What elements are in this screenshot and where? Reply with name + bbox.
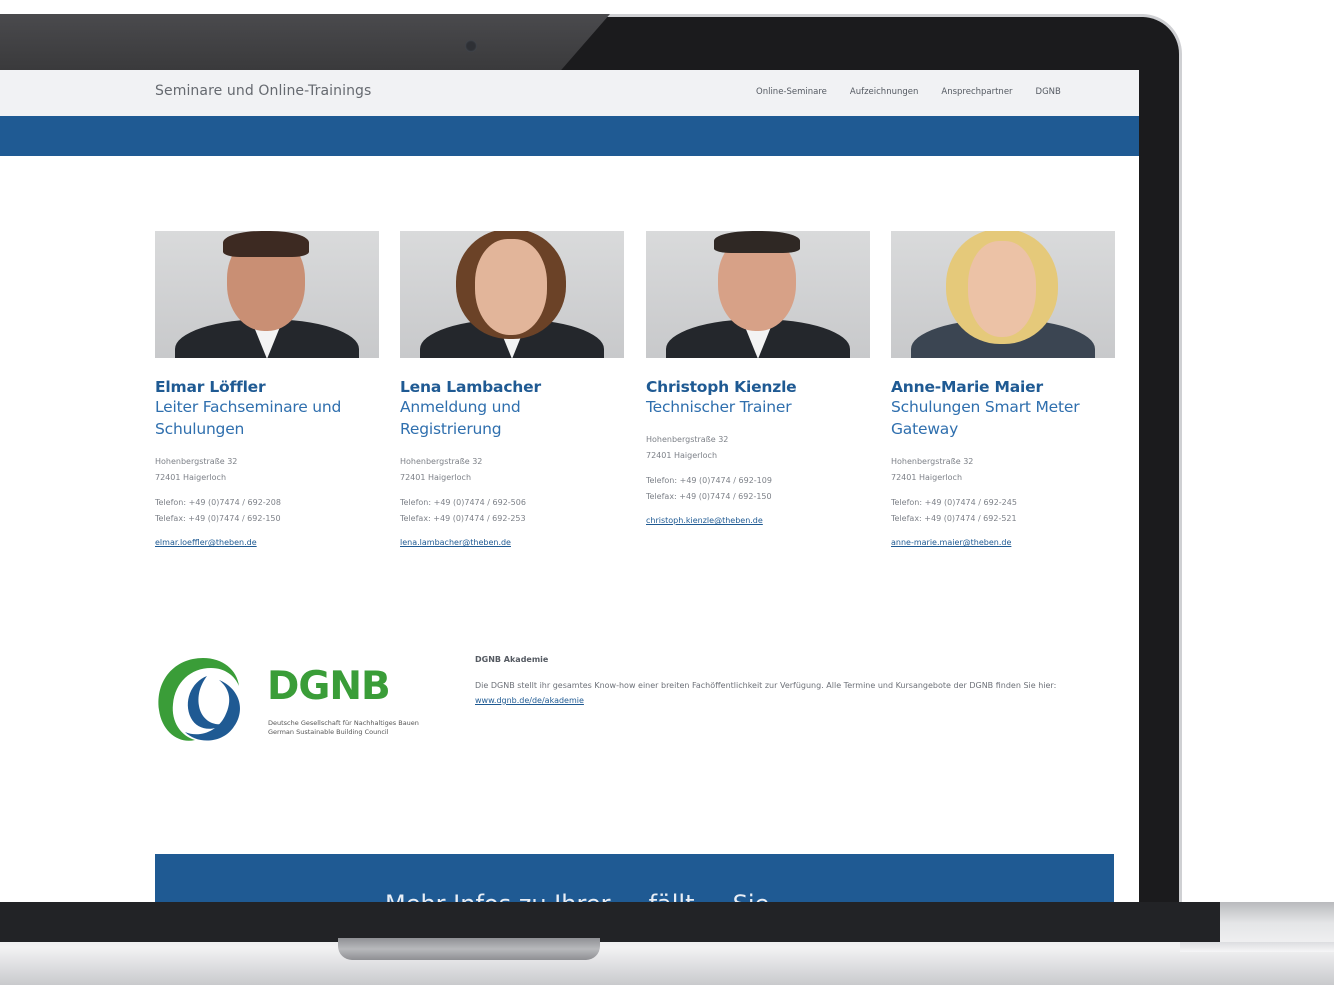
header-banner <box>0 116 1139 156</box>
dgnb-title: DGNB Akademie <box>475 655 549 664</box>
contact-fax: Telefax: +49 (0)7474 / 692-150 <box>155 514 281 523</box>
laptop-bezel-reflection <box>0 14 610 70</box>
contact-role-line2: Gateway <box>891 420 959 438</box>
contact-role: Anmeldung und <box>400 398 521 416</box>
nav-aufzeichnungen[interactable]: Aufzeichnungen <box>850 87 918 97</box>
laptop-hinge <box>338 938 600 960</box>
contact-email-link[interactable]: elmar.loeffler@theben.de <box>155 538 379 547</box>
laptop-bezel-bottom <box>0 902 1220 942</box>
contact-email-link[interactable]: lena.lambacher@theben.de <box>400 538 624 547</box>
contact-street: Hohenbergstraße 32 <box>155 457 238 466</box>
contact-photo <box>891 231 1115 358</box>
contact-name: Elmar Löffler <box>155 378 266 396</box>
contact-role: Schulungen Smart Meter <box>891 398 1080 416</box>
dgnb-logo-subtitle: Deutsche Gesellschaft für Nachhaltiges B… <box>268 719 419 727</box>
contact-city: 72401 Haigerloch <box>400 473 472 482</box>
laptop-screen: Seminare und Online-Trainings Online-Sem… <box>0 70 1139 902</box>
dgnb-logo-text: DGNB <box>267 664 391 709</box>
contact-photo <box>646 231 870 358</box>
contact-city: 72401 Haigerloch <box>891 473 963 482</box>
contact-email-link[interactable]: anne-marie.maier@theben.de <box>891 538 1115 547</box>
nav-online-seminare[interactable]: Online-Seminare <box>756 87 827 97</box>
contact-name: Lena Lambacher <box>400 378 541 396</box>
contact-card: Christoph Kienzle Technischer Trainer Ho… <box>646 231 870 525</box>
contact-photo <box>400 231 624 358</box>
dgnb-logo-icon <box>158 658 241 741</box>
contact-role-line2: Registrierung <box>400 420 502 438</box>
site-header: Seminare und Online-Trainings Online-Sem… <box>0 70 1139 116</box>
main-nav: Online-Seminare Aufzeichnungen Ansprechp… <box>756 87 1084 97</box>
cta-text: Mehr Infos zu Ihrer ... fällt ... Sie <box>385 890 769 902</box>
dgnb-description: Die DGNB stellt ihr gesamtes Know-how ei… <box>475 681 1057 690</box>
contact-role: Technischer Trainer <box>646 398 792 416</box>
nav-dgnb[interactable]: DGNB <box>1036 87 1061 97</box>
contact-photo <box>155 231 379 358</box>
contact-street: Hohenbergstraße 32 <box>646 435 729 444</box>
contact-email-link[interactable]: christoph.kienzle@theben.de <box>646 516 870 525</box>
contact-fax: Telefax: +49 (0)7474 / 692-150 <box>646 492 772 501</box>
contact-card: Anne-Marie Maier Schulungen Smart Meter … <box>891 231 1115 547</box>
contact-city: 72401 Haigerloch <box>155 473 227 482</box>
contact-phone: Telefon: +49 (0)7474 / 692-245 <box>891 498 1017 507</box>
laptop-base-edge <box>1180 942 1334 952</box>
contact-phone: Telefon: +49 (0)7474 / 692-208 <box>155 498 281 507</box>
contact-city: 72401 Haigerloch <box>646 451 718 460</box>
contact-name: Anne-Marie Maier <box>891 378 1043 396</box>
contact-phone: Telefon: +49 (0)7474 / 692-506 <box>400 498 526 507</box>
dgnb-link[interactable]: www.dgnb.de/de/akademie <box>475 696 584 705</box>
contact-role-line2: Schulungen <box>155 420 245 438</box>
cta-banner[interactable]: Mehr Infos zu Ihrer ... fällt ... Sie <box>155 854 1114 902</box>
webcam-icon <box>465 40 477 52</box>
nav-ansprechpartner[interactable]: Ansprechpartner <box>941 87 1012 97</box>
contact-role: Leiter Fachseminare und <box>155 398 342 416</box>
contact-card: Lena Lambacher Anmeldung und Registrieru… <box>400 231 624 547</box>
contact-fax: Telefax: +49 (0)7474 / 692-253 <box>400 514 526 523</box>
dgnb-logo-subtitle-en: German Sustainable Building Council <box>268 728 389 736</box>
contact-phone: Telefon: +49 (0)7474 / 692-109 <box>646 476 772 485</box>
contact-name: Christoph Kienzle <box>646 378 797 396</box>
contact-fax: Telefax: +49 (0)7474 / 692-521 <box>891 514 1017 523</box>
site-title[interactable]: Seminare und Online-Trainings <box>155 83 371 99</box>
dgnb-logo[interactable]: DGNB Deutsche Gesellschaft für Nachhalti… <box>155 652 455 752</box>
contact-street: Hohenbergstraße 32 <box>891 457 974 466</box>
dgnb-info: DGNB Akademie Die DGNB stellt ihr gesamt… <box>475 655 1115 708</box>
contact-card: Elmar Löffler Leiter Fachseminare und Sc… <box>155 231 379 547</box>
contact-street: Hohenbergstraße 32 <box>400 457 483 466</box>
